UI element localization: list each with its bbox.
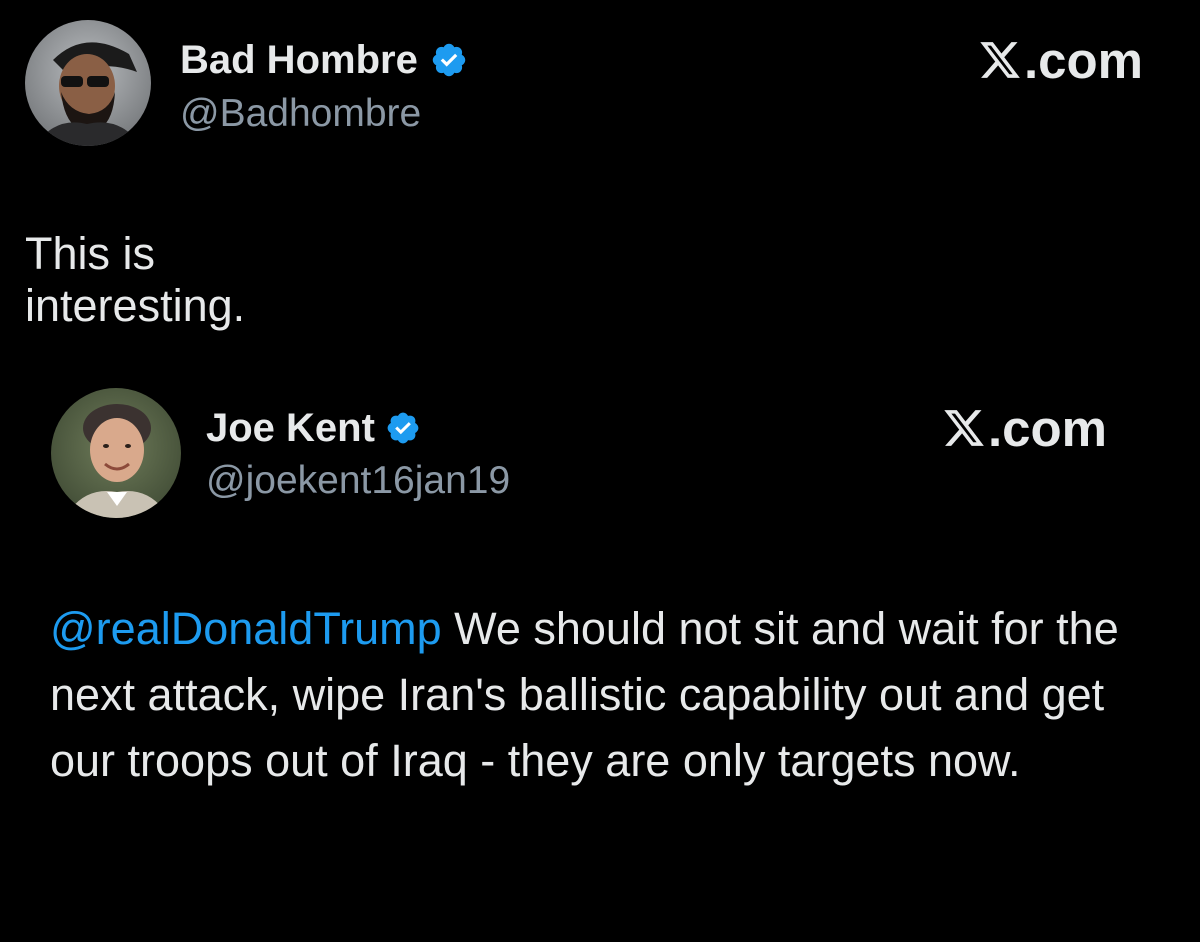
- x-logo-icon: [980, 42, 1020, 78]
- verified-badge-icon: [430, 41, 468, 79]
- outer-name-row: Bad Hombre: [180, 34, 468, 86]
- quoted-x-brand: .com: [942, 398, 1107, 458]
- quoted-handle[interactable]: @joekent16jan19: [206, 459, 510, 503]
- quoted-tweet-text: @realDonaldTrump We should not sit and w…: [50, 596, 1160, 794]
- outer-tweet-text: This is interesting.: [25, 228, 246, 331]
- outer-avatar-photo: [25, 20, 151, 146]
- outer-brand-text: .com: [1024, 31, 1144, 89]
- quoted-avatar[interactable]: [51, 388, 181, 518]
- mention-link[interactable]: @realDonaldTrump: [50, 603, 442, 654]
- x-logo-icon: [944, 410, 984, 446]
- outer-display-name[interactable]: Bad Hombre: [180, 38, 418, 83]
- verified-badge-icon: [385, 410, 421, 446]
- outer-avatar[interactable]: [25, 20, 151, 146]
- quoted-display-name[interactable]: Joe Kent: [206, 406, 375, 451]
- quoted-brand-text: .com: [988, 399, 1108, 457]
- quoted-name-row: Joe Kent: [206, 402, 421, 454]
- outer-x-brand: .com: [978, 30, 1143, 90]
- quoted-avatar-photo: [51, 388, 181, 518]
- outer-handle[interactable]: @Badhombre: [180, 92, 421, 136]
